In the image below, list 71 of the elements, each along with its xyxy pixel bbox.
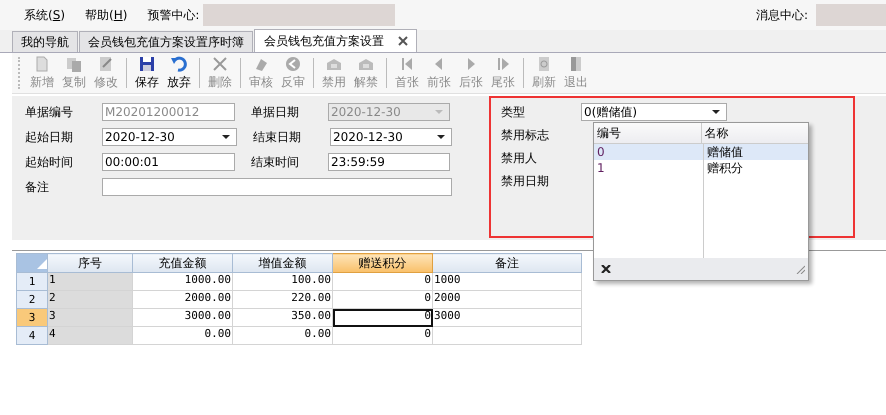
table-cell: 1000.00 — [132, 272, 232, 290]
table-cell: 220.00 — [232, 290, 332, 308]
list-column-header: 编号 — [594, 123, 702, 143]
tab[interactable]: 会员钱包充值方案设置序时簿 — [79, 31, 253, 52]
row-header[interactable]: 3 — [16, 308, 48, 326]
field-label: 备注 — [25, 178, 50, 196]
text-field[interactable]: 23:59:59 — [328, 153, 450, 171]
table-cell: 2000 — [432, 290, 582, 308]
menu-item[interactable]: 帮助(H) — [85, 6, 128, 24]
dropdown-caret-icon — [435, 110, 443, 114]
field-label: 禁用日期 — [501, 172, 550, 190]
field-label: 单据日期 — [251, 104, 300, 120]
note-field[interactable] — [102, 178, 452, 196]
date-dropdown[interactable]: 2020-12-30 — [330, 128, 452, 146]
text-field[interactable]: 00:00:01 — [102, 153, 235, 171]
resize-grip-icon[interactable] — [795, 264, 805, 274]
table-cell: 1 — [48, 272, 132, 290]
close-icon[interactable] — [398, 36, 408, 46]
table-cell: 350.00 — [232, 308, 332, 326]
table-cell: 2 — [48, 290, 132, 308]
undo-icon — [170, 55, 188, 73]
toolbar-button[interactable]: 保存 — [131, 54, 163, 92]
column-header[interactable]: 赠送积分 — [332, 254, 432, 272]
close-icon[interactable] — [601, 265, 611, 273]
table-cell: 3000 — [432, 308, 582, 326]
select-all-triangle-icon — [37, 259, 47, 269]
field-label: 起始日期 — [25, 128, 74, 146]
date-dropdown[interactable]: 2020-12-30 — [102, 128, 237, 146]
field-label: 结束时间 — [251, 154, 300, 170]
table-cell: 2000.00 — [132, 290, 232, 308]
dropdown-caret-icon — [712, 110, 720, 114]
delete-icon — [211, 55, 229, 73]
message-center-label: 消息中心: — [756, 6, 808, 24]
table-cell: 1000 — [432, 272, 582, 290]
list-item[interactable]: 0 赠储值 — [594, 144, 808, 160]
list-column-header: 名称 — [704, 125, 730, 142]
field-label: 起始时间 — [25, 154, 74, 170]
table-cell: 0 — [332, 308, 432, 326]
table-cell: 3000.00 — [132, 308, 232, 326]
dropdown-caret-icon — [437, 135, 445, 139]
column-header[interactable]: 备注 — [432, 254, 582, 272]
row-header[interactable]: 1 — [16, 272, 48, 290]
column-header[interactable]: 增值金额 — [232, 254, 332, 272]
document-icon — [65, 55, 83, 73]
table-cell: 3 — [48, 308, 132, 326]
field-label: 结束日期 — [253, 128, 302, 146]
menu-item[interactable]: 系统(S) — [24, 6, 65, 24]
field-label: 禁用标志 — [501, 126, 550, 144]
row-header[interactable]: 4 — [16, 326, 48, 344]
tab[interactable]: 我的导航 — [12, 31, 78, 52]
field-label: 单据编号 — [25, 104, 74, 120]
column-header[interactable]: 序号 — [48, 254, 132, 272]
corner-cell[interactable] — [16, 254, 48, 272]
column-header[interactable]: 充值金额 — [132, 254, 232, 272]
table-cell: 0.00 — [232, 326, 332, 344]
table-cell: 0 — [332, 290, 432, 308]
list-item[interactable]: 1 赠积分 — [594, 160, 808, 176]
table-cell: 0 — [332, 326, 432, 344]
tab[interactable]: 会员钱包充值方案设置 — [254, 29, 417, 52]
table-cell: 4 — [48, 326, 132, 344]
table-cell: 0.00 — [132, 326, 232, 344]
field-label: 类型 — [501, 104, 526, 120]
dropdown-caret-icon — [222, 135, 230, 139]
alert-center-label: 预警中心: — [147, 6, 200, 24]
table-cell: 0 — [332, 272, 432, 290]
table-cell: 100.00 — [232, 272, 332, 290]
row-header[interactable]: 2 — [16, 290, 48, 308]
toolbar-button[interactable]: 放弃 — [163, 54, 195, 92]
type-dropdown[interactable]: 0(赠储值) — [581, 103, 727, 121]
message-ticker — [816, 4, 886, 26]
field-label: 禁用人 — [501, 150, 538, 166]
